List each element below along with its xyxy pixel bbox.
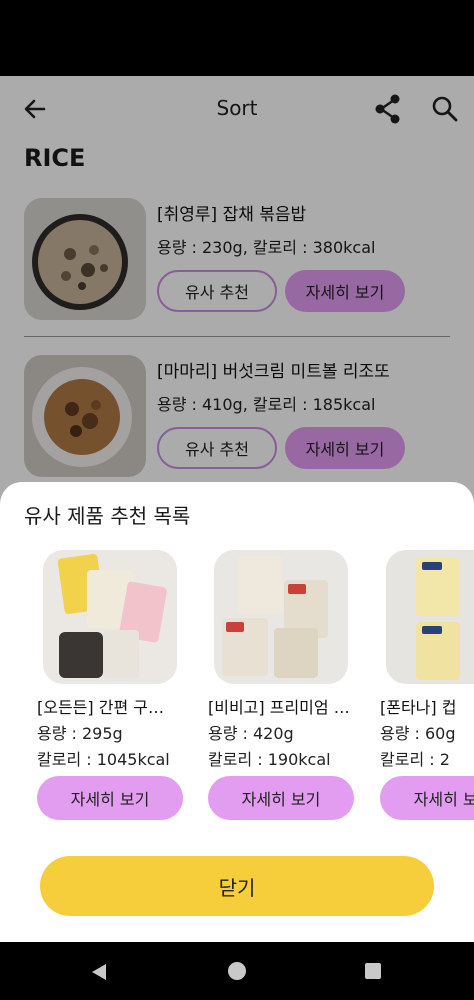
- recommendation-image[interactable]: [43, 550, 177, 684]
- view-detail-button[interactable]: 자세히 보기: [37, 776, 183, 820]
- recommendation-name: [비비고] 프리미엄 …: [208, 698, 350, 717]
- bottom-sheet: 유사 제품 추천 목록 [오든든] 간편 구… 용량 : 295g 칼로리 : …: [0, 482, 474, 942]
- recommendation-calorie: 칼로리 : 1045kcal: [37, 750, 170, 769]
- recommendation-volume: 용량 : 295g: [37, 724, 123, 743]
- triangle-back-icon: [92, 964, 106, 980]
- nav-recents-button[interactable]: [365, 963, 381, 979]
- recommendation-calorie: 칼로리 : 190kcal: [208, 750, 331, 769]
- recommendation-name: [폰타나] 컵: [380, 698, 457, 717]
- close-button[interactable]: 닫기: [40, 856, 434, 916]
- recommendation-image[interactable]: [214, 550, 348, 684]
- nav-back-button[interactable]: [90, 962, 108, 982]
- view-detail-button[interactable]: 자세히 보기: [380, 776, 474, 820]
- sheet-title: 유사 제품 추천 목록: [24, 504, 191, 528]
- recommendation-name: [오든든] 간편 구…: [37, 698, 164, 717]
- recommendation-volume: 용량 : 60g: [380, 724, 456, 743]
- recommendation-image[interactable]: [386, 550, 474, 684]
- recommendation-card: [오든든] 간편 구… 용량 : 295g 칼로리 : 1045kcal 자세히…: [37, 550, 183, 830]
- recommendation-card: [폰타나] 컵 용량 : 60g 칼로리 : 2 자세히 보기: [380, 550, 474, 830]
- system-nav-bar: [0, 942, 474, 1000]
- app-screen: Sort RICE [취영루] 잡채 볶음밥 용량: 230g, 칼로리: …: [0, 76, 474, 942]
- recommendation-card: [비비고] 프리미엄 … 용량 : 420g 칼로리 : 190kcal 자세히…: [208, 550, 354, 830]
- nav-home-button[interactable]: [228, 962, 246, 980]
- view-detail-button[interactable]: 자세히 보기: [208, 776, 354, 820]
- recommendation-volume: 용량 : 420g: [208, 724, 294, 743]
- status-bar: [0, 0, 474, 76]
- recommendation-calorie: 칼로리 : 2: [380, 750, 450, 769]
